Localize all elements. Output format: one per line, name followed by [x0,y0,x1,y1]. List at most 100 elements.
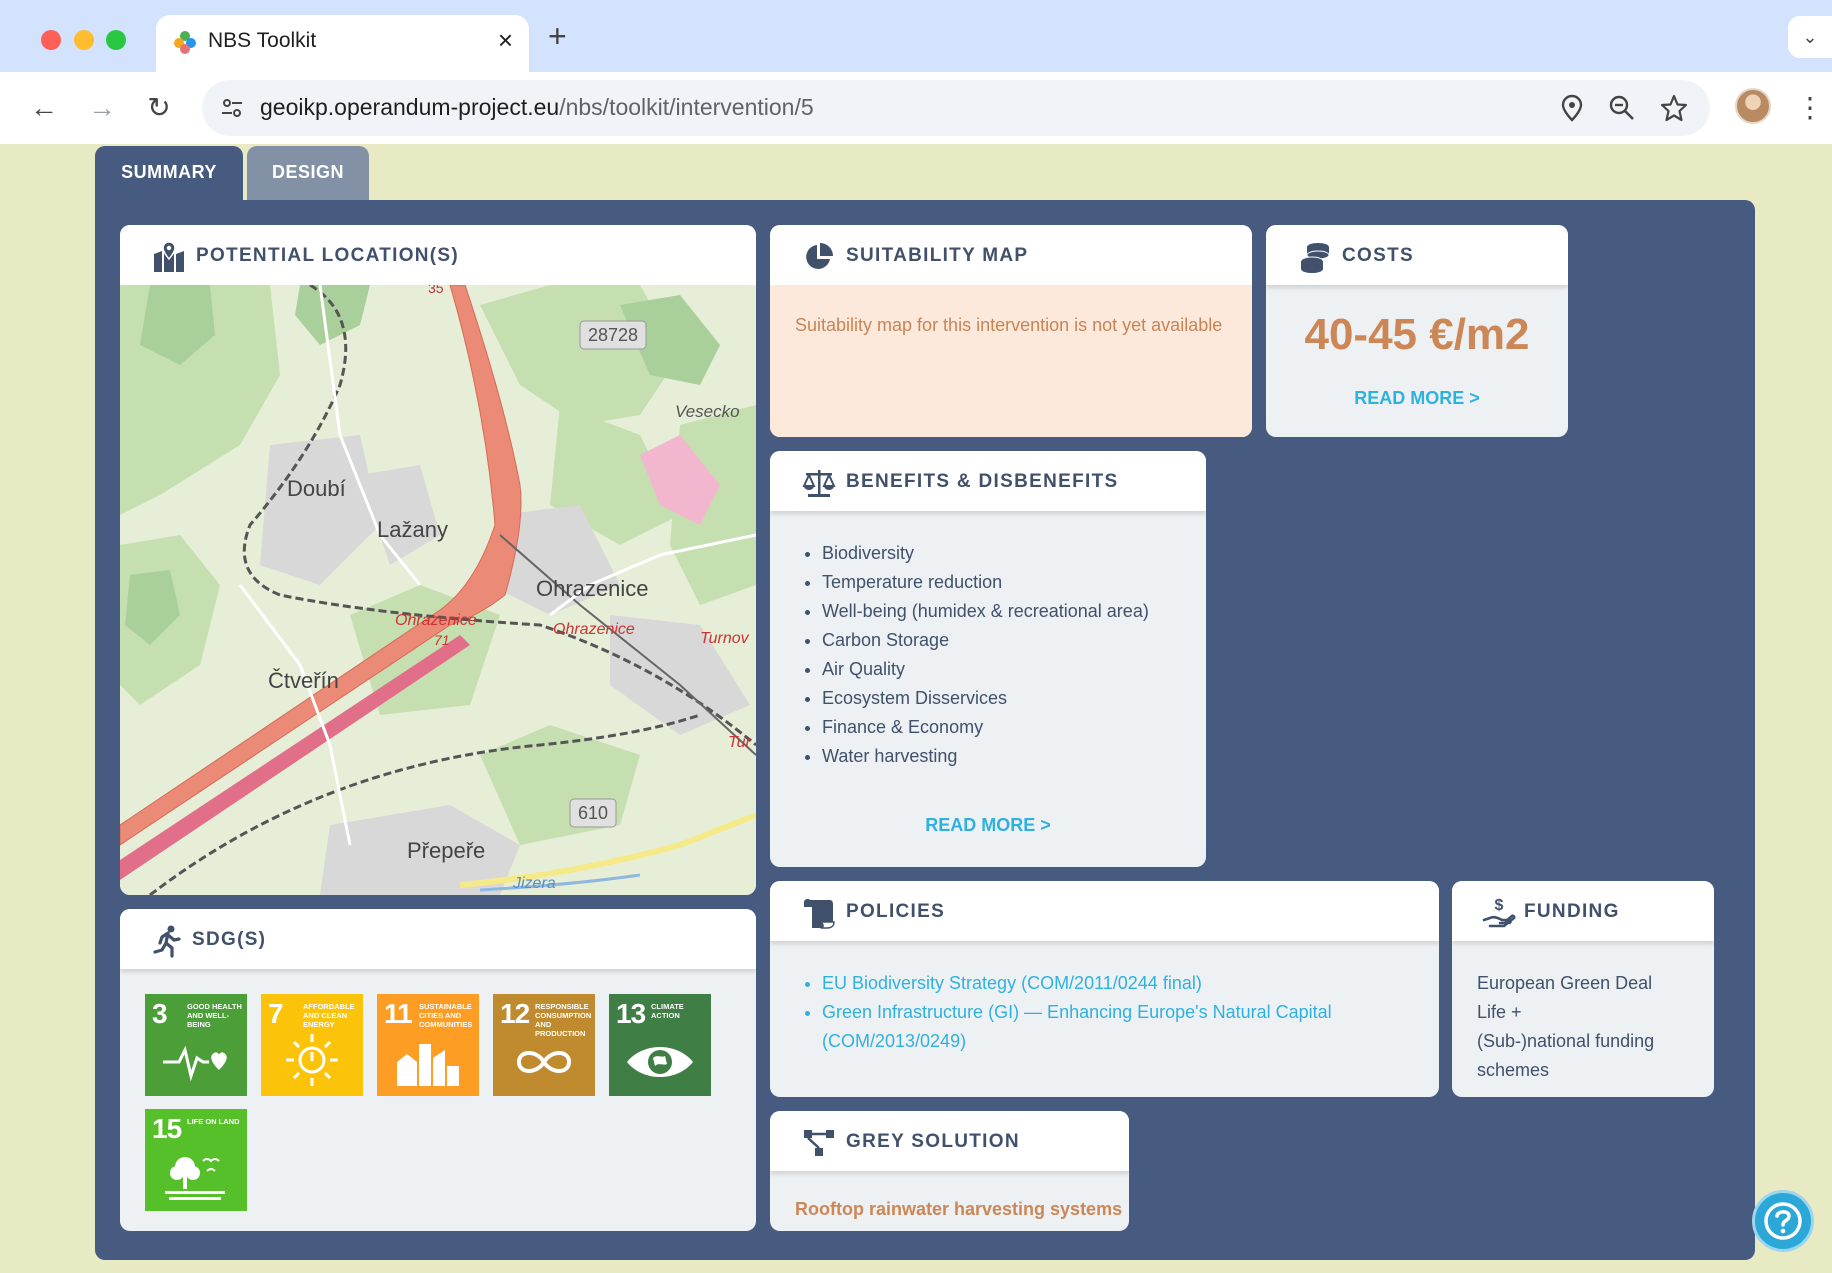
question-mark-icon [1764,1202,1802,1240]
sdg-number: 13 [616,998,646,1029]
card-title: FUNDING [1524,901,1620,922]
browser-tab-bar: NBS Toolkit × + ⌄ [0,0,1832,72]
map-label-km-71: 71 [434,632,450,648]
card-header: GREY SOLUTION [770,1111,1129,1171]
new-tab-icon[interactable]: + [548,18,567,55]
maximize-window-button[interactable] [106,30,126,50]
sdg-label: Life on land [187,1117,240,1126]
zoom-out-icon[interactable] [1606,92,1638,124]
sdg-13-tile[interactable]: 13 Climate action [609,994,711,1096]
map-label-lazany: Lažany [377,517,448,542]
funding-item: (Sub-)national funding schemes [1477,1031,1655,1080]
tab-summary[interactable]: SUMMARY [95,146,243,200]
profile-avatar[interactable] [1735,88,1771,124]
suitability-message: Suitability map for this intervention is… [795,315,1223,335]
map-label-turnov: Turnov [700,630,750,647]
eye-globe-icon [627,1047,693,1077]
card-header: $ FUNDING [1452,881,1714,941]
map-label-ohrazenice: Ohrazenice [536,576,649,601]
svg-text:$: $ [1495,897,1504,914]
list-item: Temperature reduction [822,568,1149,597]
map-label-ohrazenice-junction: Ohrazenice [395,612,477,629]
policy-link[interactable]: Green Infrastructure (GI) — Enhancing Eu… [822,998,1382,1056]
url-text[interactable]: geoikp.operandum-project.eu/nbs/toolkit/… [260,94,814,121]
sdg-12-tile[interactable]: 12 Responsible consumption and productio… [493,994,595,1096]
bookmark-star-icon[interactable] [1658,92,1690,124]
close-window-button[interactable] [41,30,61,50]
benefits-list: Biodiversity Temperature reduction Well-… [822,539,1149,771]
sdg-7-tile[interactable]: 7 Affordable and clean energy [261,994,363,1096]
address-bar[interactable]: geoikp.operandum-project.eu/nbs/toolkit/… [202,80,1710,136]
card-header: POLICIES [770,881,1439,941]
potential-location-card: POTENTIAL LOCATION(S) 28728 610 35 Vesec… [120,225,756,895]
card-header: POTENTIAL LOCATION(S) [120,225,756,285]
card-title: SUITABILITY MAP [846,245,1029,266]
sdg-label: Sustainable cities and communities [419,1002,473,1029]
suitability-notice: Suitability map for this intervention is… [770,285,1252,437]
map-tiles[interactable]: 28728 610 35 Vesecko Doubí Lažany Ohraze… [120,280,756,895]
tab-search-chevron-icon[interactable]: ⌄ [1788,16,1832,58]
tab-close-icon[interactable]: × [498,25,513,56]
coins-icon [1300,243,1330,273]
sdg-number: 3 [152,998,168,1029]
grey-solution-text: Rooftop rainwater harvesting systems [795,1199,1123,1219]
running-person-icon [153,925,181,958]
benefits-card: BENEFITS & DISBENEFITS Biodiversity Temp… [770,451,1206,867]
reload-icon[interactable]: ↻ [137,86,181,130]
map-label-jizera: Jizera [512,875,556,892]
browser-toolbar: ← → ↻ geoikp.operandum-project.eu/nbs/to… [0,72,1832,144]
sdg-number: 11 [384,998,413,1029]
tab-design[interactable]: DESIGN [247,146,369,200]
url-path: /nbs/toolkit/intervention/5 [559,94,814,120]
sun-power-icon [286,1034,338,1086]
map-label-road-610: 610 [578,803,608,823]
funding-card: $ FUNDING European Green Deal Life + (Su… [1452,881,1714,1097]
map-label-road-28728: 28728 [588,325,638,345]
map-label-ohrazenice-station: Ohrazenice [553,621,635,638]
browser-tab[interactable]: NBS Toolkit × [156,15,529,72]
site-info-icon[interactable] [218,94,246,122]
card-title: SDG(S) [192,929,267,950]
network-diagram-icon [804,1130,834,1156]
funding-item: Life + [1477,1002,1522,1022]
map-label-doubi: Doubí [287,476,346,501]
list-item: Ecosystem Disservices [822,684,1149,713]
sdg-3-tile[interactable]: 3 Good health and well-being [145,994,247,1096]
card-title: COSTS [1342,245,1414,266]
help-button[interactable] [1752,1190,1814,1252]
summary-panel: POTENTIAL LOCATION(S) 28728 610 35 Vesec… [95,200,1755,1260]
benefits-read-more-link[interactable]: READ MORE > [770,815,1206,836]
funding-item: European Green Deal [1477,973,1653,993]
balance-scale-icon [802,470,836,497]
sdg-15-tile[interactable]: 15 Life on land [145,1109,247,1211]
costs-read-more-link[interactable]: READ MORE > [1266,388,1568,409]
card-header: SDG(S) [120,909,756,969]
nbs-favicon-icon [174,31,196,54]
hand-money-icon: $ [1482,897,1516,928]
back-arrow-icon[interactable]: ← [22,86,66,130]
suitability-map-card: SUITABILITY MAP Suitability map for this… [770,225,1252,437]
map-label-road-35: 35 [428,285,444,296]
browser-menu-icon[interactable]: ⋮ [1796,86,1824,130]
map-label-prepere: Přepeře [407,838,485,863]
policies-card: POLICIES EU Biodiversity Strategy (COM/2… [770,881,1439,1097]
list-item: Water harvesting [822,742,1149,771]
sdg-number: 12 [500,998,530,1029]
funding-list: European Green Deal Life + (Sub-)nationa… [1477,969,1697,1085]
sdg-label: Climate action [651,1002,684,1020]
city-buildings-icon [397,1044,459,1086]
sdg-11-tile[interactable]: 11 Sustainable cities and communities [377,994,479,1096]
location-map[interactable]: 28728 610 35 Vesecko Doubí Lažany Ohraze… [120,280,756,895]
heartbeat-icon [163,1045,227,1082]
map-label-cverin: Čtveřín [268,668,339,693]
location-pin-icon[interactable] [1556,92,1588,124]
forward-arrow-icon[interactable]: → [80,86,124,130]
grey-solution-card: GREY SOLUTION Rooftop rainwater harvesti… [770,1111,1129,1231]
sdgs-card: SDG(S) 3 Good health and well-being 7 Af… [120,909,756,1231]
card-title: GREY SOLUTION [846,1131,1020,1152]
list-item: Carbon Storage [822,626,1149,655]
list-item: Air Quality [822,655,1149,684]
cost-value: 40-45 €/m2 [1304,310,1530,359]
minimize-window-button[interactable] [74,30,94,50]
policy-link[interactable]: EU Biodiversity Strategy (COM/2011/0244 … [822,969,1382,998]
